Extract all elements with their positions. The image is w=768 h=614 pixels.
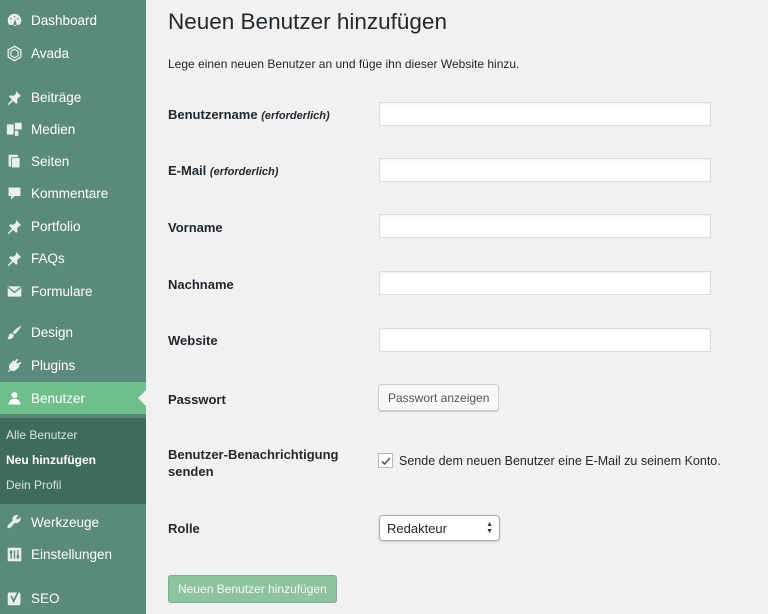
sidebar-item-kommentare[interactable]: Kommentare xyxy=(0,177,146,209)
sidebar-item-medien[interactable]: Medien xyxy=(0,113,146,145)
settings-icon xyxy=(4,544,24,564)
sidebar-item-label: Werkzeuge xyxy=(31,514,100,530)
sidebar-item-seiten[interactable]: Seiten xyxy=(0,145,146,177)
username-label-text: Benutzername xyxy=(168,107,258,122)
username-label: Benutzername (erforderlich) xyxy=(168,106,330,125)
sidebar-item-label: SEO xyxy=(31,590,60,606)
main-content: Neuen Benutzer hinzufügen Lege einen neu… xyxy=(146,0,768,614)
sidebar-item-design[interactable]: Design xyxy=(0,316,146,348)
sidebar-item-label: Portfolio xyxy=(31,218,81,234)
comment-icon xyxy=(4,183,24,203)
user-icon xyxy=(4,388,24,408)
sidebar-item-label: Einstellungen xyxy=(31,546,113,562)
sidebar-item-label: Benutzer xyxy=(31,390,86,406)
media-icon xyxy=(4,119,24,139)
email-required-hint: (erforderlich) xyxy=(209,166,279,178)
users-submenu: Alle Benutzer Neu hinzufügen Dein Profil xyxy=(0,418,146,504)
role-select[interactable]: Redakteur ▲ ▼ xyxy=(379,515,500,541)
show-password-button[interactable]: Passwort anzeigen xyxy=(378,384,500,411)
seo-icon xyxy=(4,588,24,608)
pin-icon xyxy=(4,216,24,236)
sidebar-item-label: Avada xyxy=(31,45,70,61)
dashboard-icon xyxy=(4,10,24,30)
checkmark-icon xyxy=(380,456,391,465)
sidebar-item-portfolio[interactable]: Portfolio xyxy=(0,210,146,242)
sidebar-item-label: Design xyxy=(31,324,74,340)
sidebar-item-label: Formulare xyxy=(31,283,93,299)
website-input[interactable] xyxy=(379,328,711,352)
sidebar-item-label: Beiträge xyxy=(31,89,82,105)
username-input[interactable] xyxy=(379,102,711,126)
pin-icon xyxy=(4,248,24,268)
role-select-value: Redakteur xyxy=(387,520,447,536)
notify-label-line1: Benutzer-Benachrichtigung xyxy=(168,447,339,462)
avada-icon xyxy=(4,43,24,63)
lastname-input[interactable] xyxy=(379,271,711,295)
sidebar-item-formulare[interactable]: Formulare xyxy=(0,275,146,307)
sidebar-item-plugins[interactable]: Plugins xyxy=(0,349,146,381)
website-label: Website xyxy=(168,333,218,348)
brush-icon xyxy=(4,322,24,342)
firstname-label: Vorname xyxy=(168,220,223,235)
role-label: Rolle xyxy=(168,521,200,536)
username-required-hint: (erforderlich) xyxy=(261,110,330,122)
sidebar-item-label: FAQs xyxy=(31,250,65,266)
submenu-item-all-users[interactable]: Alle Benutzer xyxy=(6,428,77,442)
email-input[interactable] xyxy=(379,158,711,182)
page-title: Neuen Benutzer hinzufügen xyxy=(168,9,447,34)
wrench-icon xyxy=(4,512,24,532)
sidebar-item-werkzeuge[interactable]: Werkzeuge xyxy=(0,506,146,538)
notify-checkbox-text: Sende dem neuen Benutzer eine E-Mail zu … xyxy=(399,454,721,468)
sidebar-item-label: Dashboard xyxy=(31,12,98,28)
lastname-label: Nachname xyxy=(168,277,234,292)
notify-checkbox[interactable] xyxy=(378,453,393,468)
sidebar-item-beitraege[interactable]: Beiträge xyxy=(0,81,146,113)
sidebar-item-avada[interactable]: Avada xyxy=(0,37,146,69)
sidebar-item-seo[interactable]: SEO xyxy=(0,582,146,614)
sidebar-item-label: Kommentare xyxy=(31,185,109,201)
mail-icon xyxy=(4,281,24,301)
email-label-text: E-Mail xyxy=(168,163,207,178)
page-description: Lege einen neuen Benutzer an und füge ih… xyxy=(168,57,520,71)
sidebar-item-benutzer[interactable]: Benutzer xyxy=(0,382,146,414)
sidebar-item-label: Plugins xyxy=(31,357,76,373)
add-user-button[interactable]: Neuen Benutzer hinzufügen xyxy=(168,575,337,603)
sidebar-item-dashboard[interactable]: Dashboard xyxy=(0,4,146,36)
notify-label-line2: senden xyxy=(168,464,214,479)
notify-label: Benutzer-Benachrichtigung senden xyxy=(168,446,338,480)
submenu-item-profile[interactable]: Dein Profil xyxy=(6,478,61,492)
sidebar-item-label: Seiten xyxy=(31,153,70,169)
admin-sidebar: Dashboard Avada Beiträge Medien Seiten K… xyxy=(0,0,146,614)
pages-icon xyxy=(4,151,24,171)
sidebar-item-einstellungen[interactable]: Einstellungen xyxy=(0,538,146,570)
password-label: Passwort xyxy=(168,392,226,407)
select-arrows-icon: ▲ ▼ xyxy=(486,521,493,535)
submenu-item-add-new[interactable]: Neu hinzufügen xyxy=(6,453,96,467)
firstname-input[interactable] xyxy=(379,214,711,238)
sidebar-item-label: Medien xyxy=(31,121,76,137)
plugin-icon xyxy=(4,355,24,375)
email-label: E-Mail (erforderlich) xyxy=(168,162,278,181)
sidebar-item-faqs[interactable]: FAQs xyxy=(0,242,146,274)
pin-icon xyxy=(4,87,24,107)
